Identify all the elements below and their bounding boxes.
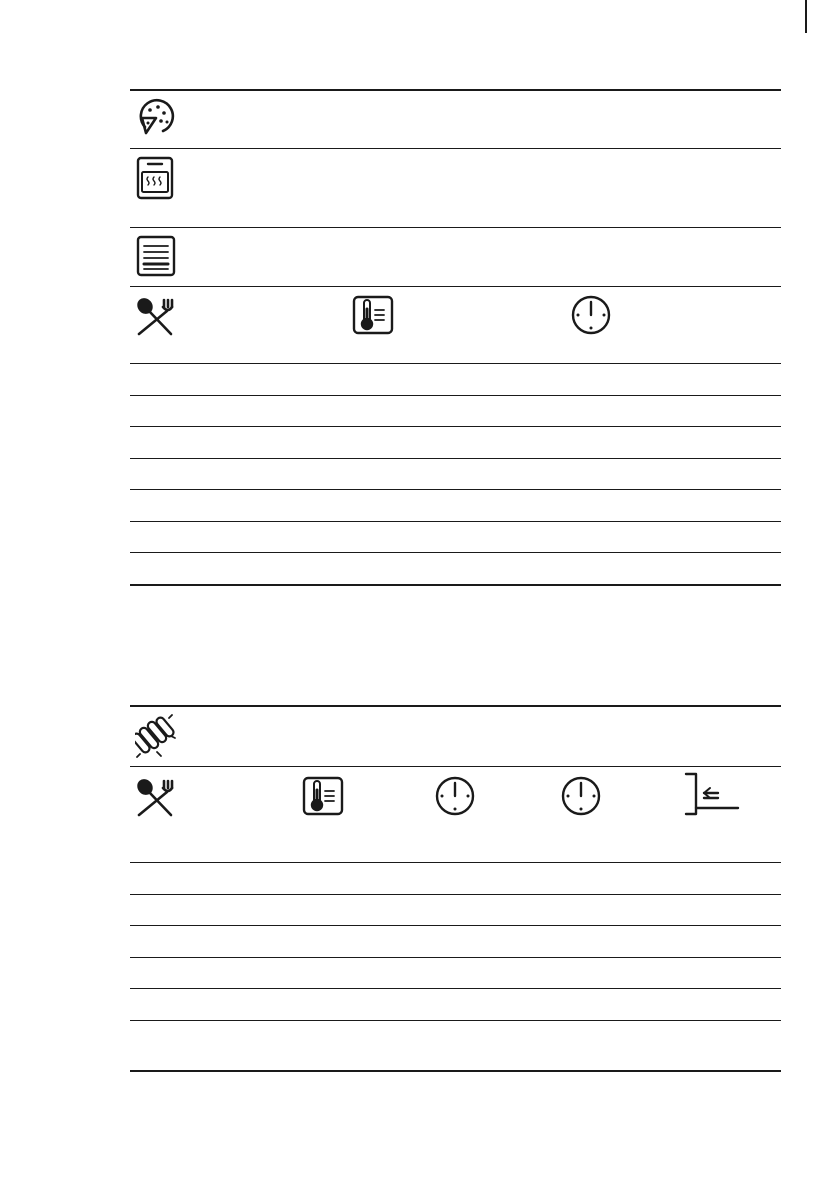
table-rule: [130, 521, 781, 522]
cooking-table-2: [130, 705, 781, 1073]
table-rule: [130, 705, 781, 707]
thermometer-icon: [302, 776, 344, 816]
table-rule: [130, 552, 781, 553]
table-rule: [130, 988, 781, 989]
table-rule: [130, 286, 781, 287]
shelf-level-icon: [136, 235, 176, 277]
table-rule: [130, 89, 781, 91]
table-rule: [130, 894, 781, 895]
table-rule: [130, 862, 781, 863]
table-rule: [130, 395, 781, 396]
table-rule: [130, 489, 781, 490]
oven-heat-icon: [136, 156, 174, 200]
table-rule: [130, 766, 781, 767]
table-rule: [130, 227, 781, 228]
table-rule: [130, 1020, 781, 1021]
clock-icon: [560, 775, 602, 817]
table-rule: [130, 458, 781, 459]
clock-icon: [570, 294, 612, 336]
table-rule: [130, 426, 781, 427]
table-rule: [130, 925, 781, 926]
shelf-position-icon: [684, 771, 740, 817]
clock-icon: [434, 775, 476, 817]
cutlery-icon: [136, 778, 174, 818]
table-rule: [130, 148, 781, 149]
sausages-icon: [135, 714, 177, 758]
table-rule: [130, 584, 781, 586]
page-margin-rule: [805, 0, 807, 33]
table-rule: [130, 1070, 781, 1072]
thermometer-icon: [352, 295, 394, 335]
table-rule: [130, 363, 781, 364]
cooking-table-1: [130, 89, 781, 586]
table-rule: [130, 957, 781, 958]
pizza-slice-icon: [136, 97, 176, 137]
cutlery-icon: [136, 297, 174, 337]
